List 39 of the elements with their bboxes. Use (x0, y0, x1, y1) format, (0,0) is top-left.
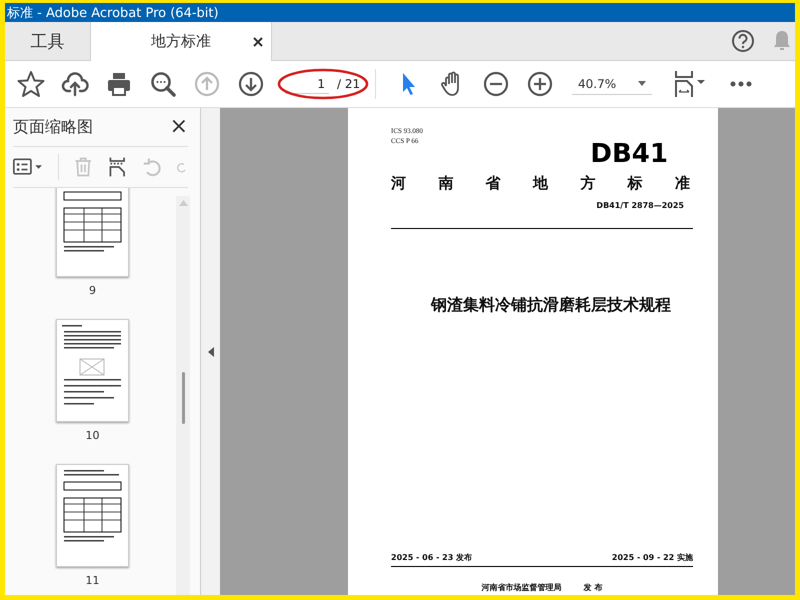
down-arrow-circle-icon[interactable] (237, 70, 265, 98)
standard-category: 河 南 省 地 方 标 准 (391, 174, 690, 193)
page-number-label: 9 (89, 284, 96, 297)
panel-title: 页面缩略图 (13, 116, 93, 138)
zoom-in-icon[interactable] (526, 70, 554, 98)
document-tab[interactable]: 地方标准 (91, 22, 272, 61)
scrollbar-thumb[interactable] (182, 372, 184, 424)
fit-page-icon[interactable] (672, 70, 706, 98)
zoom-dropdown[interactable]: 40.7% (572, 74, 652, 94)
standard-logo: DB41 (590, 140, 668, 168)
star-icon[interactable] (17, 70, 45, 98)
collapse-arrow-icon[interactable] (208, 346, 214, 356)
close-icon[interactable] (253, 37, 263, 47)
scrollbar[interactable] (176, 196, 190, 595)
magnifier-icon[interactable] (149, 70, 177, 98)
tab-label: 地方标准 (151, 32, 211, 51)
close-button[interactable]: × (170, 116, 188, 138)
tab-label: 工具 (30, 30, 64, 52)
publish-label: 发 布 (584, 583, 602, 593)
insert-page-icon[interactable] (107, 155, 128, 179)
page-thumbnail[interactable] (56, 319, 129, 422)
cloud-upload-icon[interactable] (61, 70, 89, 98)
page-number-field[interactable]: 1 (285, 74, 329, 94)
page-thumbnail[interactable] (56, 464, 129, 567)
document-title: 钢渣集料冷铺抗滑磨耗层技术规程 (430, 295, 671, 316)
page-number-label: 11 (86, 574, 100, 587)
printer-icon[interactable] (105, 70, 133, 98)
more-icon[interactable] (730, 81, 752, 87)
zoom-out-icon[interactable] (482, 70, 510, 98)
standard-number: DB41/T 2878—2025 (596, 201, 684, 210)
issue-date: 2025 - 06 - 23 发布 (391, 552, 472, 563)
page-count: / 21 (337, 77, 360, 91)
page-thumbnail[interactable] (56, 188, 129, 277)
caret-icon (638, 81, 646, 86)
window-title: 标准 - Adobe Acrobat Pro (64-bit) (6, 4, 219, 22)
effective-date: 2025 - 09 - 22 实施 (612, 552, 693, 563)
page-number-label: 10 (86, 429, 100, 442)
help-icon[interactable] (731, 29, 755, 53)
publisher: 河南省市场监督管理局 (482, 583, 562, 593)
